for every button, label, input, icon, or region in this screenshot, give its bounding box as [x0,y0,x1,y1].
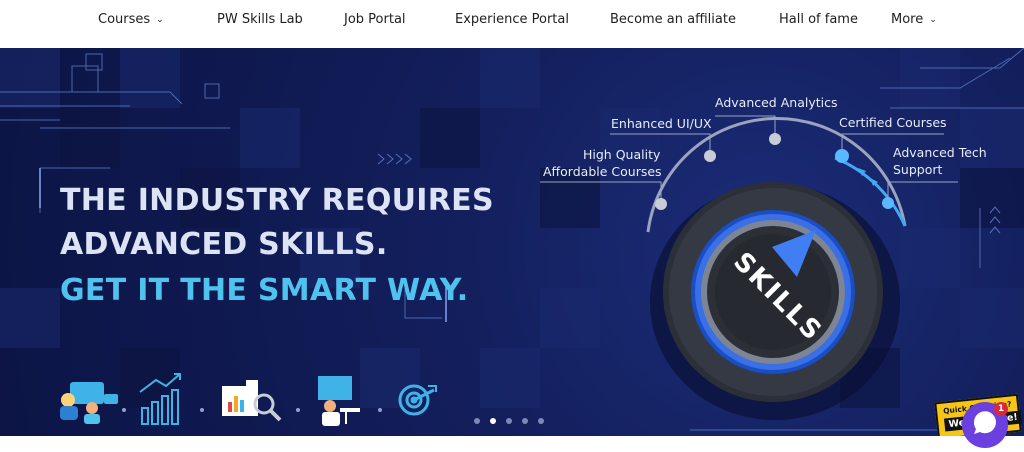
chat-notification-badge: 1 [994,402,1008,416]
team-meeting-icon [60,382,118,424]
nav-more-label: More [891,12,924,27]
nav-become-affiliate[interactable]: Become an affiliate [610,11,736,29]
chevron-down-icon: ⌄ [156,15,164,25]
carousel-dot-5[interactable] [538,418,544,424]
nav-more[interactable]: More ⌄ [891,11,937,30]
skill-label-tech-support-line2: Support [893,162,943,177]
feature-icons-row [60,373,437,426]
skill-label-certified: Certified Courses [839,115,947,130]
headline-line-1: THE INDUSTRY REQUIRES [60,183,494,218]
nav-courses[interactable]: Courses ⌄ [98,11,164,30]
nav-job-portal-label: Job Portal [344,12,406,27]
analytics-magnifier-icon [222,380,282,422]
skill-label-analytics: Advanced Analytics [715,95,838,110]
nav-experience-portal-label: Experience Portal [455,12,569,27]
skill-label-ui-ux: Enhanced UI/UX [611,116,712,131]
nav-hall-of-fame-label: Hall of fame [779,12,858,27]
carousel-dot-3[interactable] [506,418,512,424]
carousel-dot-4[interactable] [522,418,528,424]
skill-label-quality-line1: High Quality [583,147,661,162]
nav-courses-label: Courses [98,12,151,27]
nav-become-affiliate-label: Become an affiliate [610,12,736,27]
carousel-dots [474,418,544,424]
nav-job-portal[interactable]: Job Portal [344,11,406,29]
top-navigation: Courses ⌄ PW Skills Lab Job Portal Experi… [0,0,1024,48]
nav-pw-skills-lab-label: PW Skills Lab [217,12,303,27]
nav-pw-skills-lab[interactable]: PW Skills Lab [217,11,303,29]
hero-banner[interactable]: THE INDUSTRY REQUIRES ADVANCED SKILLS. G… [0,48,1024,436]
headline-line-3: GET IT THE SMART WAY. [60,273,469,308]
skill-label-tech-support-line1: Advanced Tech [893,145,987,160]
skill-label-quality-line2: Affordable Courses [543,164,662,179]
nav-hall-of-fame[interactable]: Hall of fame [779,11,858,29]
carousel-dot-2[interactable] [490,418,496,424]
target-icon [398,384,437,416]
presentation-icon [318,376,360,426]
headline-line-2: ADVANCED SKILLS. [60,227,388,262]
carousel-dot-1[interactable] [474,418,480,424]
bar-chart-icon [139,373,181,425]
nav-experience-portal[interactable]: Experience Portal [455,11,569,29]
chevron-down-icon: ⌄ [929,15,937,25]
